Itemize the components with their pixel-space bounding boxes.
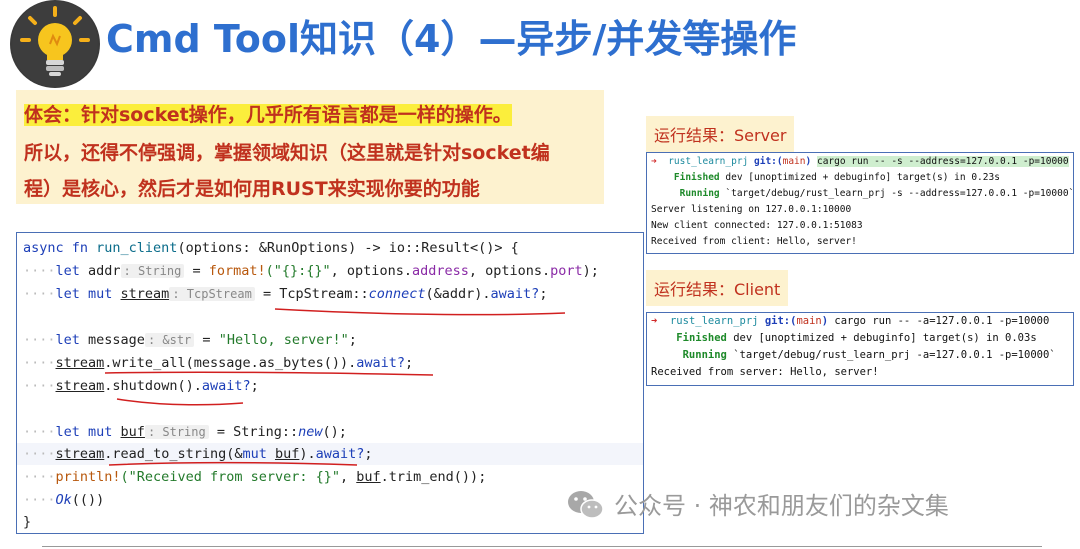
- lightbulb-icon: [10, 0, 100, 88]
- code-line-11: ····println!("Received from server: {}",…: [23, 469, 487, 485]
- server-line-2: Finished dev [unoptimized + debuginfo] t…: [673, 172, 1000, 183]
- code-line-10: ····stream.read_to_string(&mut buf).awai…: [17, 443, 643, 465]
- client-line-3: Running `target/debug/rust_learn_prj -a=…: [682, 349, 1056, 361]
- client-terminal-output: ➜ rust_learn_prj git:(main) cargo run --…: [646, 312, 1074, 386]
- client-line-2: Finished dev [unoptimized + debuginfo] t…: [676, 332, 1037, 344]
- client-line-4: Received from server: Hello, server!: [651, 366, 879, 378]
- code-block: async fn run_client(options: &RunOptions…: [16, 232, 644, 534]
- code-line-7: ····stream.shutdown().await?;: [23, 378, 259, 394]
- server-terminal-output: ➜ rust_learn_prj git:(main) cargo run --…: [646, 152, 1074, 254]
- client-result-label: 运行结果：Client: [646, 270, 789, 306]
- note-line-2: 所以，还得不停强调，掌握领域知识（这里就是针对socket编: [24, 142, 550, 164]
- server-line-3: Running `target/debug/rust_learn_prj -s …: [679, 188, 1075, 199]
- code-line-3: ····let mut stream: TcpStream = TcpStrea…: [23, 286, 548, 302]
- note-line-1: 体会：针对socket操作，几乎所有语言都是一样的操作。: [24, 104, 512, 126]
- code-line-9: ····let mut buf: String = String::new();: [23, 424, 347, 440]
- page-title: Cmd Tool知识（4）—异步/并发等操作: [106, 17, 797, 61]
- client-line-1: ➜ rust_learn_prj git:(main) cargo run --…: [651, 315, 1050, 327]
- server-line-6: Received from client: Hello, server!: [651, 236, 857, 247]
- code-line-12: ····Ok(()): [23, 492, 105, 508]
- server-line-4: Server listening on 127.0.0.1:10000: [651, 204, 852, 215]
- server-line-5: New client connected: 127.0.0.1:51083: [651, 220, 863, 231]
- code-line-1: async fn run_client(options: &RunOptions…: [23, 240, 519, 256]
- server-line-1: ➜ rust_learn_prj git:(main) cargo run --…: [651, 156, 1069, 167]
- insight-note: 体会：针对socket操作，几乎所有语言都是一样的操作。 所以，还得不停强调，掌…: [16, 90, 604, 204]
- code-line-5: ····let message: &str = "Hello, server!"…: [23, 332, 357, 348]
- code-line-6: ····stream.write_all(message.as_bytes())…: [23, 355, 414, 371]
- watermark-text: 公众号 · 神农和朋友们的杂文集: [614, 492, 949, 520]
- code-line-13: }: [23, 514, 32, 530]
- server-result-label: 运行结果：Server: [646, 116, 795, 152]
- code-line-2: ····let addr: String = format!("{}:{}", …: [23, 263, 599, 279]
- wechat-icon: [568, 491, 604, 519]
- note-line-3: 程）是核心，然后才是如何用RUST来实现你要的功能: [24, 178, 480, 200]
- bottom-divider: [42, 546, 1042, 547]
